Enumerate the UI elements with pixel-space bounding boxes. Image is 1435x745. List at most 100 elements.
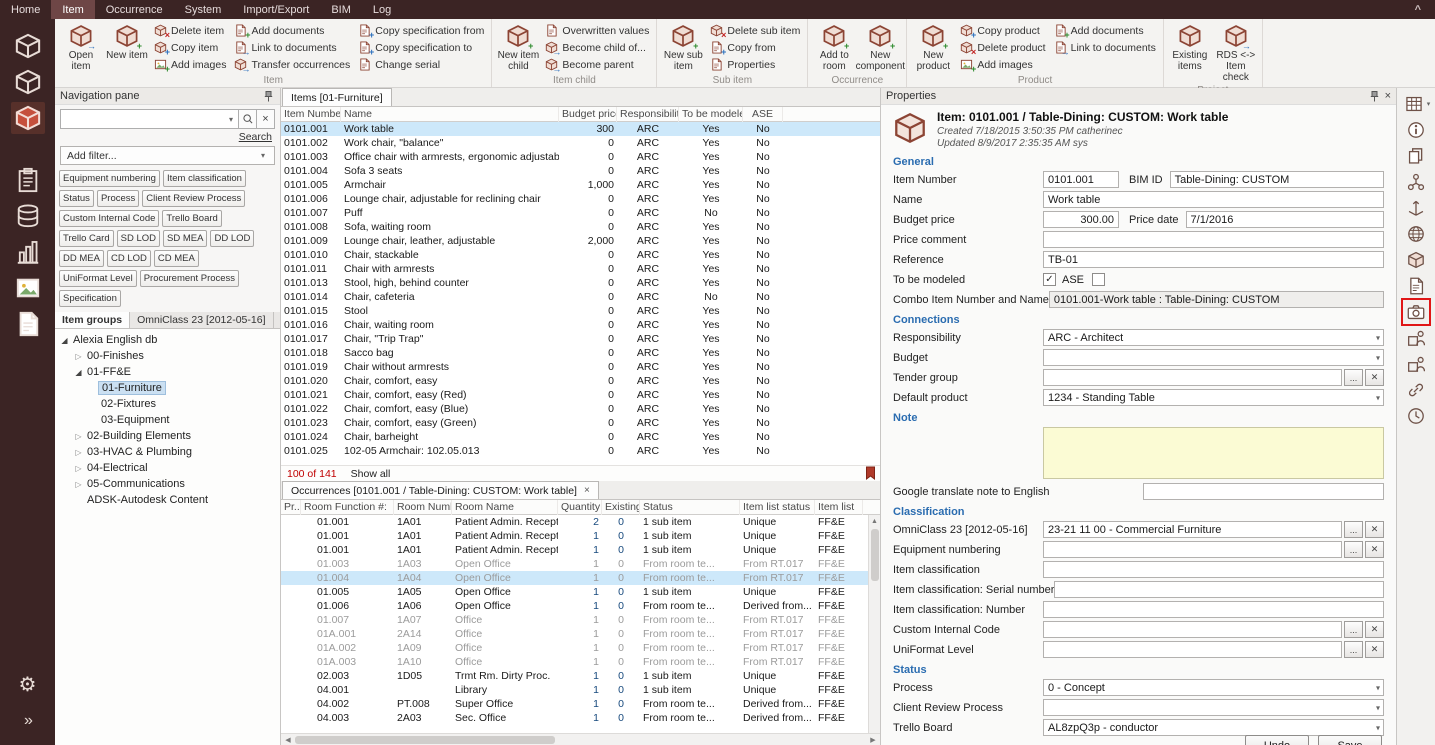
- undo-button[interactable]: Undo: [1245, 735, 1309, 745]
- tree-item-04-electrical[interactable]: ▷04-Electrical: [55, 460, 280, 476]
- item-row[interactable]: 0101.010Chair, stackable0ARCYesNo: [281, 248, 880, 262]
- clear-icon[interactable]: ✕: [1365, 621, 1384, 638]
- ribbon-button-overwritten-values[interactable]: Overwritten values: [541, 22, 653, 39]
- column-header-room-number[interactable]: Room Number: [394, 500, 452, 515]
- ribbon-button-new-sub-item[interactable]: +New sub item: [660, 20, 706, 73]
- item-row[interactable]: 0101.023Chair, comfort, easy (Green)0ARC…: [281, 416, 880, 430]
- documents-module-icon[interactable]: [11, 308, 45, 340]
- note-textarea[interactable]: [1043, 427, 1384, 479]
- budget-price-field[interactable]: 300.00: [1043, 211, 1119, 228]
- filter-chip-custom-internal-code[interactable]: Custom Internal Code: [59, 210, 159, 227]
- item-row[interactable]: 0101.019Chair without armrests0ARCYesNo: [281, 360, 880, 374]
- omniclass-field[interactable]: 23-21 11 00 - Commercial Furniture: [1043, 521, 1342, 538]
- ribbon-button-delete-product[interactable]: ×Delete product: [956, 39, 1049, 56]
- item-row[interactable]: 0101.004Sofa 3 seats0ARCYesNo: [281, 164, 880, 178]
- ribbon-button-link-to-documents[interactable]: →Link to documents: [1050, 39, 1160, 56]
- ribbon-button-copy-product[interactable]: +Copy product: [956, 22, 1049, 39]
- filter-chip-client-review-process[interactable]: Client Review Process: [142, 190, 245, 207]
- ribbon-button-copy-specification-from[interactable]: +Copy specification from: [354, 22, 488, 39]
- occurrence-row[interactable]: 04.001Library101 sub itemUniqueFF&E: [281, 683, 880, 697]
- products-module-icon[interactable]: [11, 200, 45, 232]
- filter-chip-dd-mea[interactable]: DD MEA: [59, 250, 104, 267]
- menu-tab-import-export[interactable]: Import/Export: [232, 0, 320, 19]
- horizontal-scrollbar[interactable]: ◀ ▶: [281, 733, 880, 745]
- close-panel-icon[interactable]: ×: [1385, 90, 1391, 103]
- filter-chip-status[interactable]: Status: [59, 190, 94, 207]
- clear-icon[interactable]: ✕: [1365, 521, 1384, 538]
- occurrence-row[interactable]: 01.0011A01Patient Admin. Recept.101 sub …: [281, 529, 880, 543]
- tree-item-05-communications[interactable]: ▷05-Communications: [55, 476, 280, 492]
- menu-tab-bim[interactable]: BIM: [320, 0, 362, 19]
- item-row[interactable]: 0101.006Lounge chair, adjustable for rec…: [281, 192, 880, 206]
- tree-expander-icon[interactable]: ▷: [73, 352, 84, 361]
- ribbon-button-copy-specification-to[interactable]: +Copy specification to: [354, 39, 488, 56]
- responsibility-dropdown[interactable]: ARC - Architect: [1043, 329, 1384, 346]
- column-header-responsibility[interactable]: Responsibility: [617, 107, 679, 122]
- document-icon[interactable]: [1404, 275, 1428, 297]
- item-row[interactable]: 0101.009Lounge chair, leather, adjustabl…: [281, 234, 880, 248]
- column-header-item-list[interactable]: Item list: [815, 500, 863, 515]
- ribbon-button-add-documents[interactable]: +Add documents: [230, 22, 354, 39]
- menu-tab-home[interactable]: Home: [0, 0, 51, 19]
- search-input[interactable]: ▾: [60, 109, 239, 129]
- collapse-panel-icon[interactable]: »: [11, 705, 45, 737]
- item-row[interactable]: 0101.016Chair, waiting room0ARCYesNo: [281, 318, 880, 332]
- filter-chip-item-classification[interactable]: Item classification: [163, 170, 246, 187]
- ribbon-button-new-product[interactable]: +New product: [910, 20, 956, 73]
- scrollbar-thumb[interactable]: [871, 529, 879, 581]
- occurrence-row[interactable]: 01.0071A07Office10From room te...From RT…: [281, 613, 880, 627]
- scrollbar-thumb[interactable]: [295, 736, 555, 744]
- occurrence-row[interactable]: 01.0031A03Open Office10From room te...Fr…: [281, 557, 880, 571]
- equipment-numbering-field[interactable]: [1043, 541, 1342, 558]
- tree-expander-icon[interactable]: ▷: [73, 448, 84, 457]
- process-dropdown[interactable]: 0 - Concept: [1043, 679, 1384, 696]
- ribbon-button-properties[interactable]: Properties: [706, 56, 804, 73]
- filter-chip-trello-board[interactable]: Trello Board: [162, 210, 221, 227]
- search-icon[interactable]: [239, 109, 257, 129]
- close-tab-icon[interactable]: ×: [584, 485, 590, 496]
- item-row[interactable]: 0101.022Chair, comfort, easy (Blue)0ARCY…: [281, 402, 880, 416]
- item-row[interactable]: 0101.003Office chair with armrests, ergo…: [281, 150, 880, 164]
- filter-chip-equipment-numbering[interactable]: Equipment numbering: [59, 170, 160, 187]
- clear-icon[interactable]: ✕: [1365, 369, 1384, 386]
- add-filter-dropdown[interactable]: Add filter... ▾: [60, 146, 275, 165]
- ribbon-button-delete-sub-item[interactable]: ×Delete sub item: [706, 22, 804, 39]
- tree-item-03-hvac-plumbing[interactable]: ▷03-HVAC & Plumbing: [55, 444, 280, 460]
- column-header-status[interactable]: Status: [640, 500, 740, 515]
- layout-view-icon[interactable]: [1402, 93, 1426, 115]
- reference-field[interactable]: TB-01: [1043, 251, 1384, 268]
- ribbon-button-existing-items[interactable]: Existing items: [1167, 20, 1213, 73]
- tree-item-02-building-elements[interactable]: ▷02-Building Elements: [55, 428, 280, 444]
- google-translate-field[interactable]: [1143, 483, 1384, 500]
- search-dropdown-icon[interactable]: ▾: [226, 115, 236, 124]
- bookmark-icon[interactable]: [864, 466, 877, 480]
- occurrence-row[interactable]: 01.0041A04Open Office10From room te...Fr…: [281, 571, 880, 585]
- ribbon-button-add-documents[interactable]: +Add documents: [1050, 22, 1160, 39]
- tree-item-03-equipment[interactable]: 03-Equipment: [55, 412, 280, 428]
- item-number-field[interactable]: 0101.001: [1043, 171, 1119, 188]
- search-clear-icon[interactable]: ×: [257, 109, 275, 129]
- ribbon-button-add-images[interactable]: +Add images: [956, 56, 1049, 73]
- item-row[interactable]: 0101.020Chair, comfort, easy0ARCYesNo: [281, 374, 880, 388]
- column-header-pr[interactable]: Pr...: [281, 500, 301, 515]
- item-classification-serial-field[interactable]: [1054, 581, 1384, 598]
- column-header-room-name[interactable]: Room Name: [452, 500, 558, 515]
- occurrence-row[interactable]: 04.0032A03Sec. Office10From room te...De…: [281, 711, 880, 725]
- column-header-existing[interactable]: Existing...: [602, 500, 640, 515]
- item-row[interactable]: 0101.018Sacco bag0ARCYesNo: [281, 346, 880, 360]
- tree-expander-icon[interactable]: ◢: [73, 368, 84, 377]
- ribbon-button-copy-from[interactable]: +Copy from: [706, 39, 804, 56]
- clear-icon[interactable]: ✕: [1365, 541, 1384, 558]
- ribbon-button-rds-item-check[interactable]: →RDS <-> Item check: [1213, 20, 1259, 84]
- ribbon-button-open-item[interactable]: →Open item: [58, 20, 104, 73]
- item-row[interactable]: 0101.001Work table300ARCYesNo: [281, 122, 880, 136]
- items-module-icon[interactable]: [11, 102, 45, 134]
- tree-expander-icon[interactable]: ▷: [73, 464, 84, 473]
- price-comment-field[interactable]: [1043, 231, 1384, 248]
- custom-internal-code-field[interactable]: [1043, 621, 1342, 638]
- tender-group-field[interactable]: [1043, 369, 1342, 386]
- reports-module-icon[interactable]: [11, 236, 45, 268]
- chevron-down-icon[interactable]: ▾: [1427, 100, 1431, 108]
- nav-tab-item-groups[interactable]: Item groups: [55, 312, 130, 328]
- filter-chip-cd-lod[interactable]: CD LOD: [107, 250, 151, 267]
